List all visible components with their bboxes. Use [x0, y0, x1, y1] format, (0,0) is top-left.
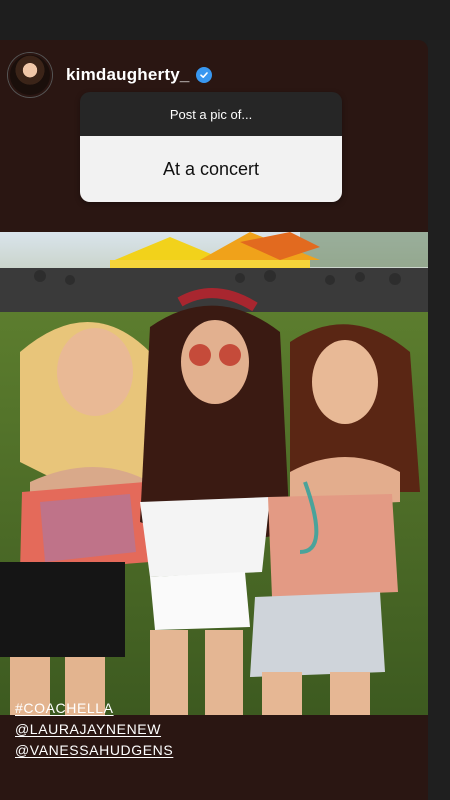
question-prompt: Post a pic of... — [80, 92, 342, 136]
mention-vanessahudgens[interactable]: @VANESSAHUDGENS — [15, 740, 173, 761]
hashtag-coachella[interactable]: #COACHELLA — [15, 698, 173, 719]
status-area — [0, 0, 450, 40]
story-photo — [0, 232, 428, 715]
question-answer[interactable]: At a concert — [80, 136, 342, 202]
story-screen: kimdaugherty_ Post a pic of... At a conc… — [0, 0, 450, 800]
mention-laurajaynenew[interactable]: @LAURAJAYNENEW — [15, 719, 173, 740]
caption: #COACHELLA @LAURAJAYNENEW @VANESSAHUDGEN… — [15, 698, 173, 761]
verified-badge-icon — [195, 67, 212, 83]
next-story-edge[interactable] — [428, 40, 450, 800]
story-card[interactable]: kimdaugherty_ Post a pic of... At a conc… — [0, 40, 428, 800]
avatar[interactable] — [8, 53, 52, 97]
username[interactable]: kimdaugherty_ — [66, 65, 190, 85]
question-sticker[interactable]: Post a pic of... At a concert — [80, 92, 342, 202]
